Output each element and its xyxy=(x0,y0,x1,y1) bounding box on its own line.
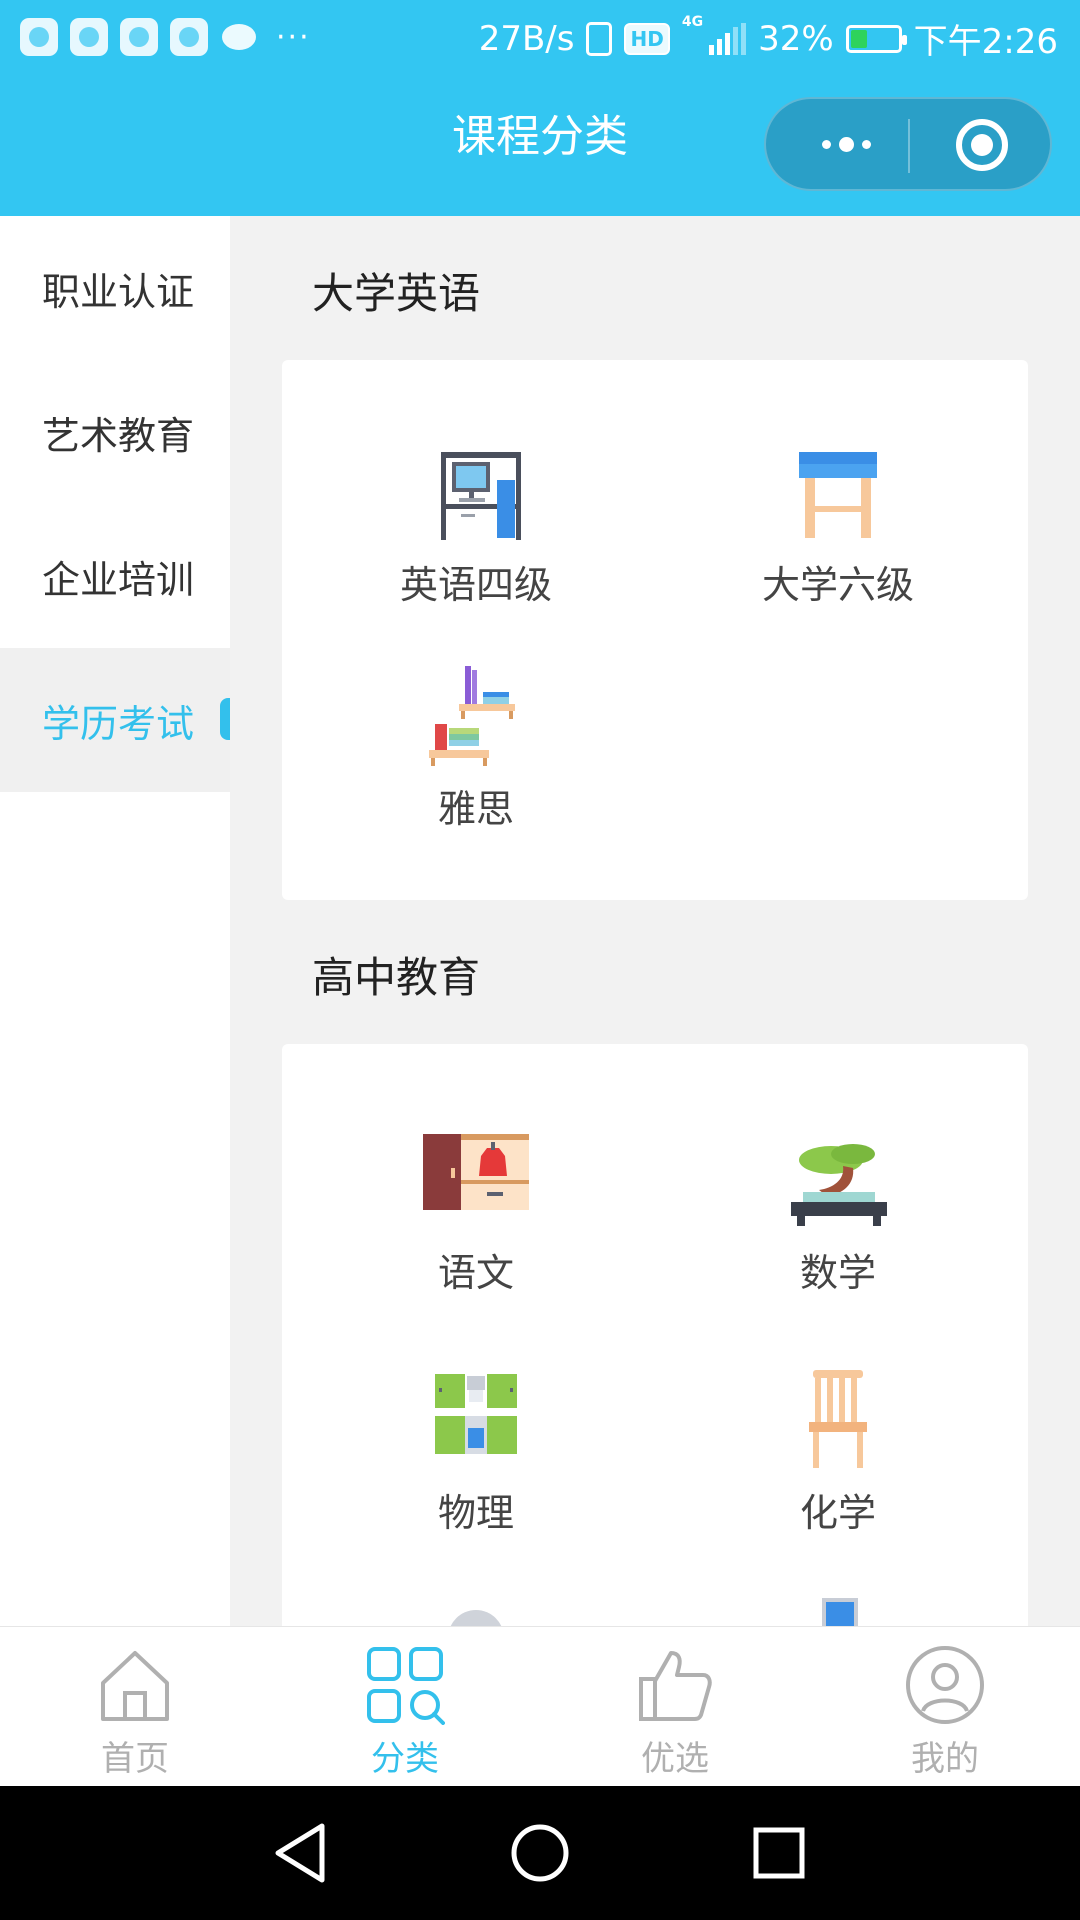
network-type: 4G xyxy=(681,14,704,30)
sidebar-item-label: 学历考试 xyxy=(42,701,195,746)
battery-icon xyxy=(845,24,907,53)
baidu-icon xyxy=(20,18,58,56)
tab-label: 分类 xyxy=(371,1739,439,1779)
section-title: 大学英语 xyxy=(312,269,481,318)
sidebar-item-label: 艺术教育 xyxy=(42,413,195,458)
grid-item-label: 化学 xyxy=(799,1491,876,1535)
stool-icon xyxy=(799,452,877,538)
back-icon[interactable] xyxy=(264,1816,338,1890)
grid-item-chinese[interactable]: 语文 xyxy=(366,1130,586,1320)
signal-icon xyxy=(709,22,747,55)
sidebar-item-xueli[interactable]: 学历考试 xyxy=(0,648,230,792)
system-nav-bar xyxy=(0,1786,1080,1920)
home-nav-icon[interactable] xyxy=(503,1816,577,1890)
bonsai-icon xyxy=(791,1144,887,1226)
mini-program-capsule xyxy=(764,97,1052,191)
tab-label: 我的 xyxy=(911,1739,979,1779)
tab-picks[interactable]: 优选 xyxy=(540,1627,810,1787)
computer-desk-icon xyxy=(441,452,521,540)
tab-bar: 首页 分类 优选 我的 xyxy=(0,1626,1080,1786)
tab-category[interactable]: 分类 xyxy=(270,1627,540,1787)
section-card: 英语四级 大学六级 雅思 xyxy=(282,360,1028,900)
battery-percent: 32% xyxy=(758,18,834,59)
chair-icon xyxy=(809,1370,867,1468)
tab-label: 首页 xyxy=(101,1739,169,1779)
sidebar-item-yishu[interactable]: 艺术教育 xyxy=(0,360,230,504)
top-bar: ··· 27B/s HD 4G 32% 下午2:26 课程分类 xyxy=(0,0,1080,216)
vibrate-icon xyxy=(586,21,613,56)
partial-item-icon xyxy=(822,1598,858,1626)
sidebar-item-zhiye[interactable]: 职业认证 xyxy=(0,216,230,360)
grid-item-label: 数学 xyxy=(799,1251,876,1295)
sidebar-item-qiye[interactable]: 企业培训 xyxy=(0,504,230,648)
tab-mine[interactable]: 我的 xyxy=(810,1627,1080,1787)
grid-item-label: 雅思 xyxy=(437,787,514,831)
clock: 下午2:26 xyxy=(913,22,1058,62)
grid-item-label: 大学六级 xyxy=(761,563,914,607)
grid-item-cet6[interactable]: 大学六级 xyxy=(728,442,948,632)
grid-item-chemistry[interactable]: 化学 xyxy=(728,1370,948,1560)
telegram-icon xyxy=(70,18,108,56)
grid-item-physics[interactable]: 物理 xyxy=(366,1370,586,1560)
close-target-icon[interactable] xyxy=(956,119,1008,171)
section-card: 语文 数学 物理 化学 xyxy=(282,1044,1028,1626)
sidebar-item-label: 职业认证 xyxy=(42,269,195,314)
user-icon xyxy=(906,1646,984,1724)
status-bar: ··· 27B/s HD 4G 32% 下午2:26 xyxy=(0,0,1080,74)
grid-item-label: 物理 xyxy=(437,1491,514,1535)
chat-icon xyxy=(220,18,258,56)
thumbs-up-icon xyxy=(639,1651,712,1721)
category-sidebar: 职业认证 艺术教育 企业培训 学历考试 xyxy=(0,216,230,1626)
tab-label: 优选 xyxy=(641,1739,709,1779)
category-icon xyxy=(367,1647,445,1725)
grid-item-cet4[interactable]: 英语四级 xyxy=(366,442,586,632)
camera-icon xyxy=(170,18,208,56)
tab-home[interactable]: 首页 xyxy=(0,1627,270,1787)
recents-icon[interactable] xyxy=(742,1816,816,1890)
capsule-divider xyxy=(908,119,910,173)
hd-badge: HD xyxy=(624,22,670,55)
kitchen-cabinet-icon xyxy=(435,1374,517,1454)
wardrobe-icon xyxy=(423,1134,529,1210)
sidebar-item-label: 企业培训 xyxy=(42,557,195,602)
bookshelf-icon xyxy=(429,666,515,766)
category-content: 大学英语 英语四级 大学六级 雅思 高中教育 语文 数学 物理 化学 xyxy=(230,216,1080,1626)
status-app-icons: ··· xyxy=(20,18,311,56)
section-title: 高中教育 xyxy=(312,953,481,1002)
play-icon xyxy=(120,18,158,56)
grid-item-math[interactable]: 数学 xyxy=(728,1130,948,1320)
status-right-group: 27B/s HD 4G 32% 下午2:26 xyxy=(479,14,1058,63)
grid-item-ielts[interactable]: 雅思 xyxy=(366,666,586,856)
grid-item-label: 语文 xyxy=(437,1251,514,1295)
status-more-indicator: ··· xyxy=(276,19,311,55)
more-dots-icon[interactable] xyxy=(806,99,886,189)
home-icon xyxy=(101,1651,169,1721)
partial-item-icon xyxy=(448,1610,504,1626)
network-speed: 27B/s xyxy=(478,18,575,59)
grid-item-label: 英语四级 xyxy=(399,563,552,607)
